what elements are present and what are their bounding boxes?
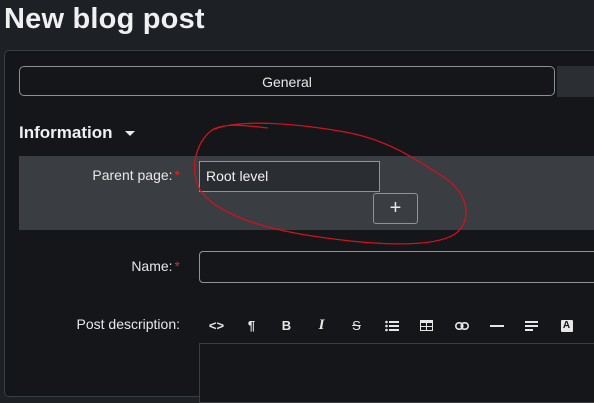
post-description-label: Post description: — [76, 316, 181, 332]
align-icon[interactable] — [514, 309, 549, 342]
add-parent-page-button[interactable]: + — [373, 193, 418, 224]
section-information-toggle[interactable]: Information — [19, 122, 135, 144]
code-icon[interactable]: <> — [199, 309, 234, 342]
paragraph-icon[interactable]: ¶ — [234, 309, 269, 342]
post-description-editor[interactable] — [199, 343, 594, 403]
bullet-list-icon[interactable] — [374, 309, 409, 342]
bold-icon[interactable]: B — [269, 309, 304, 342]
name-input[interactable] — [199, 251, 594, 283]
tab-general[interactable]: General — [19, 66, 555, 96]
parent-page-select[interactable]: Root level — [199, 161, 380, 192]
tab-next[interactable] — [557, 66, 594, 97]
text-color-glyph: A — [560, 319, 573, 332]
name-label: Name: * — [131, 258, 180, 274]
strikethrough-icon[interactable]: S — [339, 309, 374, 342]
italic-icon[interactable]: I — [304, 309, 339, 342]
editor-toolbar: <> ¶ B I S A — [199, 309, 594, 342]
section-title: Information — [19, 123, 113, 142]
text-color-icon[interactable]: A — [549, 309, 584, 342]
table-icon[interactable] — [409, 309, 444, 342]
caret-down-icon — [124, 130, 135, 136]
horizontal-rule-icon[interactable] — [479, 309, 514, 342]
required-marker: * — [174, 167, 180, 183]
parent-page-label: Parent page: * — [92, 167, 180, 183]
page-title: New blog post — [4, 3, 205, 35]
required-marker: * — [174, 258, 180, 274]
link-icon[interactable] — [444, 309, 479, 342]
